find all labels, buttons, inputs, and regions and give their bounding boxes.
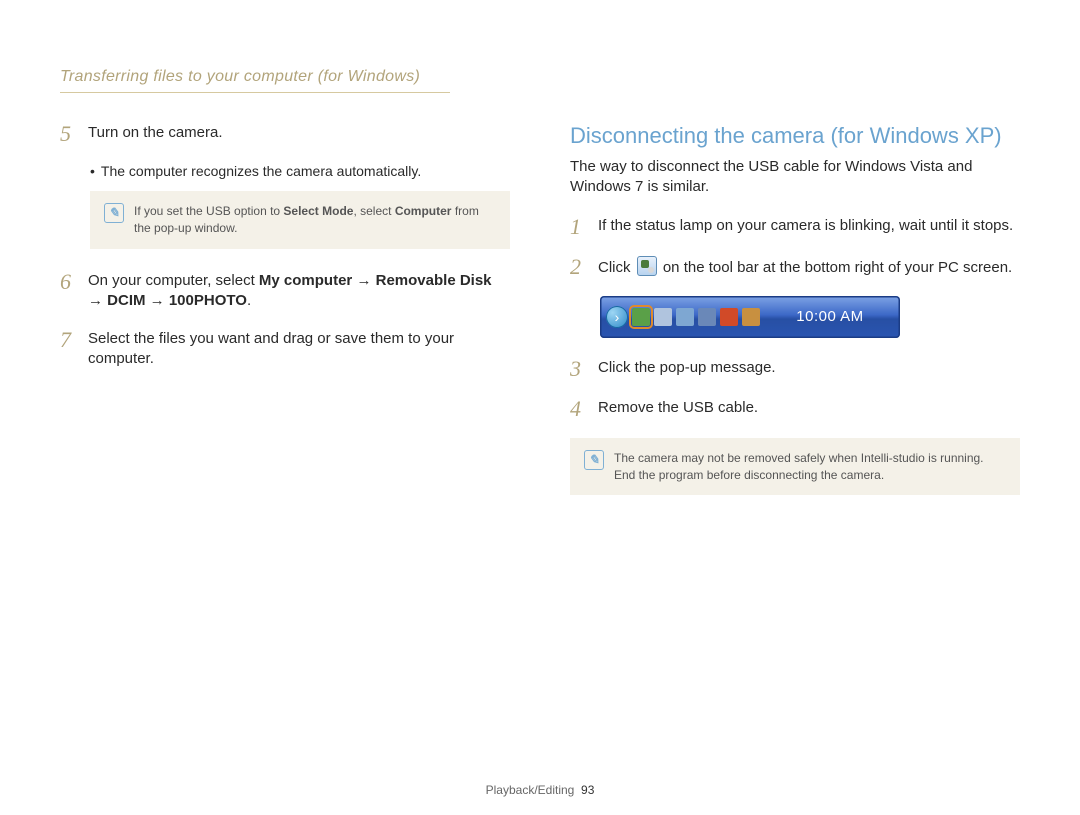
page-footer: Playback/Editing 93 <box>0 783 1080 797</box>
step-3-text: Click the pop-up message. <box>598 358 776 380</box>
footer-section: Playback/Editing <box>486 783 575 797</box>
note-box-usb-option: ✎ If you set the USB option to Select Mo… <box>90 191 510 249</box>
step-5: 5 Turn on the camera. <box>60 123 510 145</box>
two-column-layout: 5 Turn on the camera. • The computer rec… <box>60 123 1020 517</box>
manual-page: Transferring files to your computer (for… <box>0 0 1080 815</box>
note-icon: ✎ <box>584 450 604 470</box>
step-5-text: Turn on the camera. <box>88 123 223 145</box>
step-number: 4 <box>570 398 588 420</box>
tray-icon[interactable] <box>742 308 760 326</box>
section-intro: The way to disconnect the USB cable for … <box>570 157 1020 198</box>
step-2: 2 Click on the tool bar at the bottom ri… <box>570 256 1020 278</box>
step-7-text: Select the files you want and drag or sa… <box>88 329 510 370</box>
left-column: 5 Turn on the camera. • The computer rec… <box>60 123 510 517</box>
step-number: 7 <box>60 329 78 370</box>
step-4: 4 Remove the USB cable. <box>570 398 1020 420</box>
step-7: 7 Select the files you want and drag or … <box>60 329 510 370</box>
right-column: Disconnecting the camera (for Windows XP… <box>570 123 1020 517</box>
tray-safely-remove-hardware-icon[interactable] <box>632 308 650 326</box>
page-header: Transferring files to your computer (for… <box>60 68 450 93</box>
step-number: 6 <box>60 271 78 312</box>
bullet-dot: • <box>90 163 95 179</box>
step-number: 2 <box>570 256 588 278</box>
step-number: 3 <box>570 358 588 380</box>
step-1-text: If the status lamp on your camera is bli… <box>598 216 1013 238</box>
safely-remove-hardware-icon <box>637 256 657 276</box>
tray-volume-icon[interactable] <box>720 308 738 326</box>
taskbar-clock: 10:00 AM <box>770 308 900 325</box>
section-title: Disconnecting the camera (for Windows XP… <box>570 123 1020 149</box>
step-2-text: Click on the tool bar at the bottom righ… <box>598 256 1012 278</box>
bullet-text: The computer recognizes the camera autom… <box>101 163 421 179</box>
step-6: 6 On your computer, select My computer →… <box>60 271 510 312</box>
step-1: 1 If the status lamp on your camera is b… <box>570 216 1020 238</box>
windows-taskbar-tray: › 10:00 AM <box>600 296 900 338</box>
tray-icon[interactable] <box>698 308 716 326</box>
step-number: 5 <box>60 123 78 145</box>
step-6-text: On your computer, select My computer → R… <box>88 271 510 312</box>
note-icon: ✎ <box>104 203 124 223</box>
tray-icon[interactable] <box>654 308 672 326</box>
note-text: If you set the USB option to Select Mode… <box>134 203 496 237</box>
page-number: 93 <box>581 783 594 797</box>
note-box-intelli-studio: ✎ The camera may not be removed safely w… <box>570 438 1020 496</box>
step-3: 3 Click the pop-up message. <box>570 358 1020 380</box>
tray-expand-chevron-icon[interactable]: › <box>606 306 628 328</box>
tray-icons-group <box>632 308 760 326</box>
step-number: 1 <box>570 216 588 238</box>
step-5-bullet: • The computer recognizes the camera aut… <box>90 163 510 179</box>
step-4-text: Remove the USB cable. <box>598 398 758 420</box>
tray-icon[interactable] <box>676 308 694 326</box>
note-text: The camera may not be removed safely whe… <box>614 450 1006 484</box>
